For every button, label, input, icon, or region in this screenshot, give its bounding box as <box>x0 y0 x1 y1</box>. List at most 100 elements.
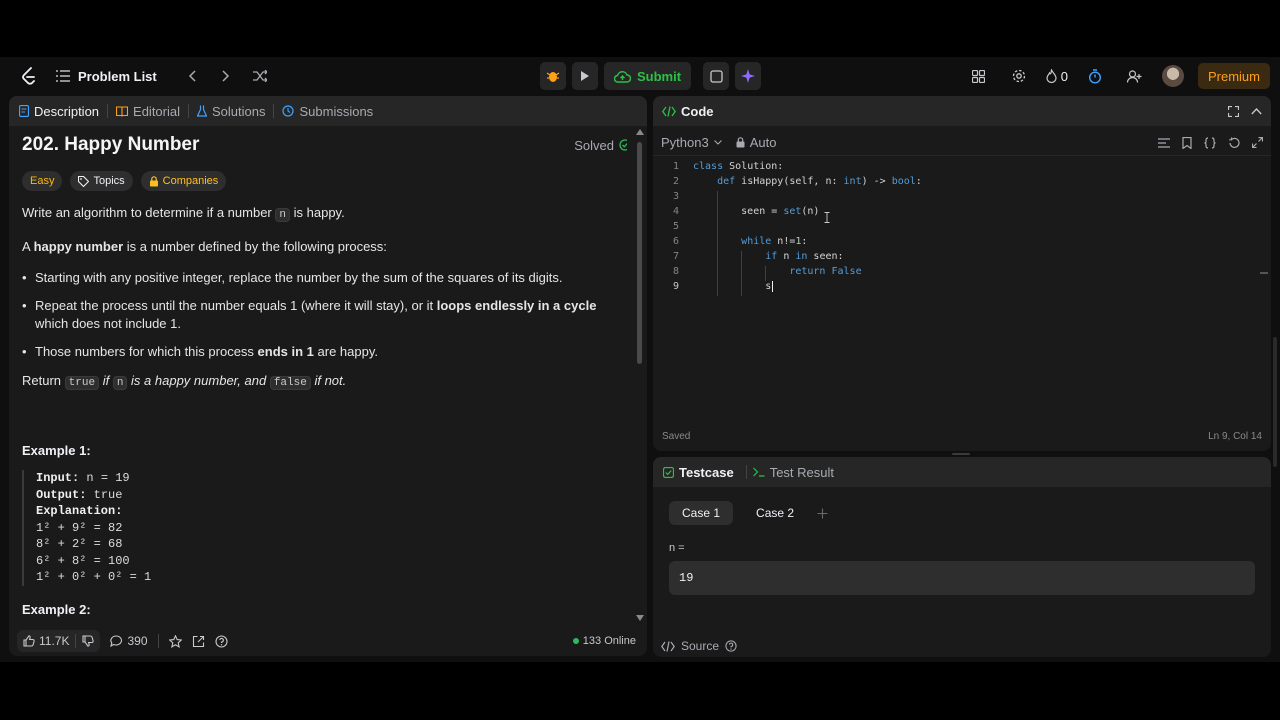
description-scrollbar[interactable] <box>637 142 642 364</box>
solved-badge: Solved <box>574 138 627 153</box>
tab-submissions-label: Submissions <box>299 103 374 119</box>
online-dot <box>572 638 579 644</box>
right-edge-scrollbar[interactable] <box>1273 337 1277 467</box>
leetcode-logo-icon[interactable] <box>16 63 42 89</box>
editor-toolbar-right <box>1158 136 1263 149</box>
streak-counter[interactable]: 0 <box>1046 63 1068 89</box>
tab-test-result-label: Test Result <box>769 464 834 480</box>
line-number: 7 <box>672 251 679 262</box>
premium-button[interactable]: Premium <box>1197 63 1270 89</box>
tab-test-result[interactable]: Test Result <box>752 464 834 480</box>
explanation-line: 8² + 2² = 68 <box>36 537 123 551</box>
add-friend-icon[interactable] <box>1122 63 1148 89</box>
p2-bold: happy number <box>33 239 124 254</box>
debug-icon[interactable] <box>540 62 566 90</box>
code-title: Code <box>662 104 714 119</box>
explanation-line: 1² + 0² + 0² = 1 <box>36 570 152 584</box>
reset-icon[interactable] <box>1228 137 1240 149</box>
return-true-code: true <box>64 376 100 390</box>
nav-left: Problem List <box>16 57 273 95</box>
next-problem-icon[interactable] <box>213 63 239 89</box>
terminal-icon <box>752 467 765 477</box>
streak-count: 0 <box>1060 68 1068 84</box>
thumbs-down-icon[interactable] <box>82 635 95 647</box>
app-window: Problem List Submit 0 Premium Descriptio… <box>0 57 1280 662</box>
output-label: Output: <box>36 487 87 502</box>
scroll-up-icon[interactable] <box>636 129 644 135</box>
topics-tag[interactable]: Topics <box>70 171 133 191</box>
lock-icon <box>149 175 158 186</box>
return-end: if not. <box>314 373 347 388</box>
share-icon[interactable] <box>192 635 205 648</box>
bookmark-icon[interactable] <box>1182 136 1192 149</box>
description-p1: Write an algorithm to determine if a num… <box>22 203 627 225</box>
submit-button[interactable]: Submit <box>604 62 692 90</box>
case-tab-1[interactable]: Case 1 <box>669 501 734 525</box>
top-navbar: Problem List Submit 0 Premium <box>0 57 1280 95</box>
bullet-text: Those numbers for which this process <box>35 344 258 359</box>
source-label: Source <box>681 639 720 653</box>
p1-text-b: is happy. <box>293 205 345 220</box>
braces-icon[interactable] <box>1204 136 1216 149</box>
timer-icon[interactable] <box>1082 63 1108 89</box>
return-mid: is a happy number, and <box>131 373 267 388</box>
tab-editorial[interactable]: Editorial <box>116 104 180 119</box>
example1-input-row: Input: n = 19 <box>36 470 627 487</box>
case-tab-2[interactable]: Case 2 <box>743 501 807 525</box>
variable-input[interactable]: 19 <box>669 561 1255 595</box>
line-number: 4 <box>672 206 679 217</box>
code-editor[interactable]: 1 class Solution: 2 def isHappy(self, n: … <box>653 156 1271 431</box>
example1-output-row: Output: true <box>36 487 627 504</box>
thumbs-up-icon <box>23 635 35 647</box>
tab-solutions[interactable]: Solutions <box>197 104 265 119</box>
description-footer: 11.7K 390 133 Online <box>9 626 647 656</box>
user-avatar[interactable] <box>1161 65 1184 87</box>
maximize-icon[interactable] <box>1228 105 1239 117</box>
companies-tag[interactable]: Companies <box>140 171 227 191</box>
auto-mode-toggle[interactable]: Auto <box>736 135 776 150</box>
tab-divider <box>273 104 275 118</box>
fire-icon <box>1046 69 1057 83</box>
help-icon[interactable] <box>214 634 228 648</box>
input-label: Input: <box>36 471 80 485</box>
add-case-icon[interactable] <box>817 508 828 519</box>
collapse-chevron-icon[interactable] <box>1251 107 1262 115</box>
code-line-3: 3 <box>653 191 1253 206</box>
settings-gear-icon[interactable] <box>1006 63 1032 89</box>
code-brackets-icon <box>662 105 676 117</box>
explanation-line: 6² + 8² = 100 <box>36 553 130 568</box>
list-item: Repeat the process until the number equa… <box>22 297 627 333</box>
tab-description-label: Description <box>34 103 100 119</box>
expand-icon[interactable] <box>1252 137 1263 148</box>
editor-scroll-marker <box>1260 272 1268 274</box>
comments-button[interactable]: 390 <box>110 634 148 648</box>
code-line-8: 8 return False <box>653 266 1253 281</box>
shuffle-icon[interactable] <box>247 63 273 89</box>
example1-explanation-row: Explanation: <box>36 503 627 520</box>
like-button[interactable]: 11.7K <box>23 634 69 648</box>
panel-resize-handle[interactable] <box>952 453 970 455</box>
star-icon[interactable] <box>168 634 182 648</box>
layout-grid-icon[interactable] <box>966 63 992 89</box>
tab-submissions[interactable]: Submissions <box>282 104 373 119</box>
saved-status: Saved <box>662 431 691 442</box>
tab-testcase[interactable]: Testcase <box>663 465 734 480</box>
problem-list-button[interactable]: Problem List <box>56 69 157 84</box>
run-button[interactable] <box>572 62 598 90</box>
scroll-down-icon[interactable] <box>636 615 644 621</box>
prev-problem-icon[interactable] <box>179 63 205 89</box>
list-item: Starting with any positive integer, repl… <box>22 269 627 287</box>
source-button[interactable]: Source <box>661 639 737 653</box>
ai-sparkle-icon[interactable] <box>735 62 762 90</box>
tab-divider <box>107 104 109 118</box>
notes-icon[interactable] <box>703 62 730 90</box>
checkbox-icon <box>663 466 674 478</box>
history-icon <box>282 105 295 117</box>
editor-status-bar: Saved Ln 9, Col 14 <box>662 431 1262 442</box>
explanation-line: 1² + 9² = 82 <box>36 520 123 535</box>
tab-divider <box>745 465 747 479</box>
format-lines-icon[interactable] <box>1158 137 1170 148</box>
code-line-5: 5 <box>653 221 1253 236</box>
language-select[interactable]: Python3 <box>661 135 722 150</box>
tab-description[interactable]: Description <box>19 104 99 119</box>
